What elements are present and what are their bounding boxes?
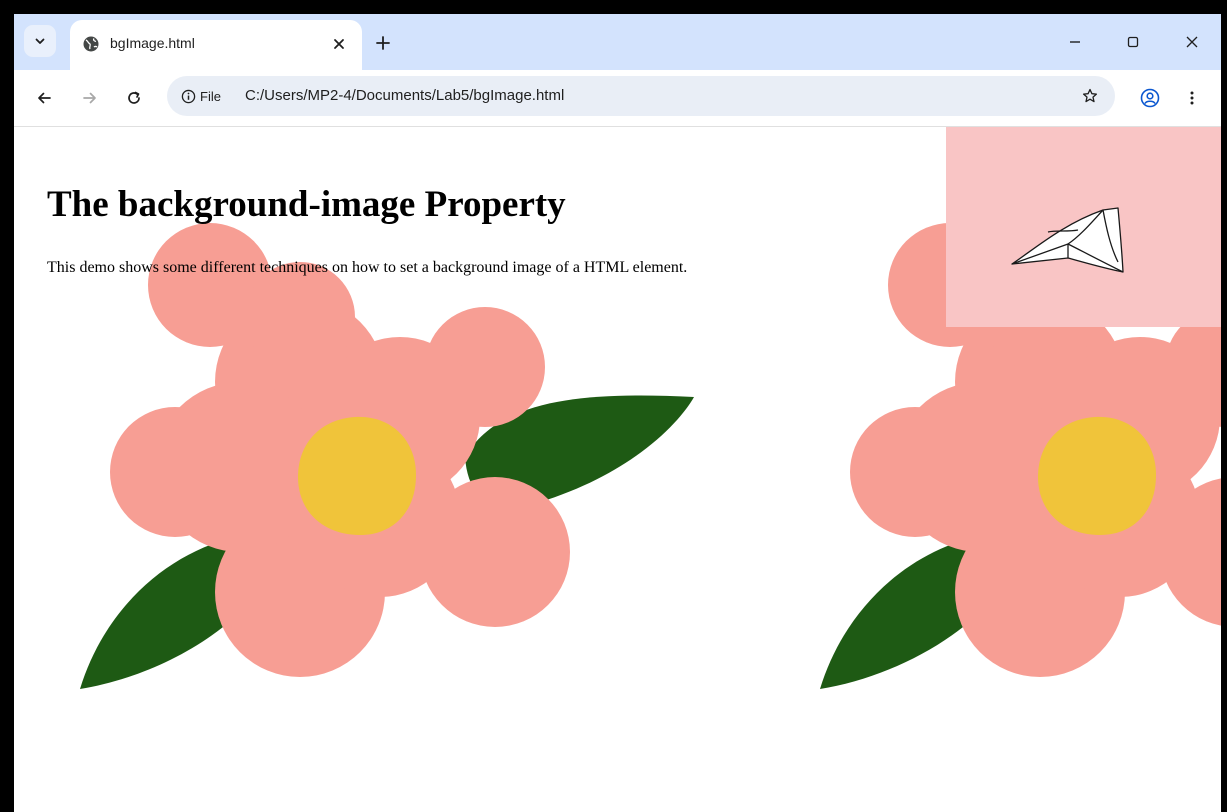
site-info-chip[interactable]: File	[175, 83, 229, 109]
globe-icon	[83, 36, 99, 52]
info-icon	[181, 89, 196, 103]
flower-center	[1038, 416, 1156, 535]
more-vert-icon	[1190, 91, 1194, 105]
toolbar: File C:/Users/MP2-4/Documents/Lab5/bgIma…	[14, 70, 1221, 127]
minimize-icon	[1070, 41, 1080, 43]
page-viewport: The background-image Property This demo …	[14, 127, 1221, 812]
maximize-icon	[1127, 36, 1139, 48]
forward-arrow-icon	[83, 92, 96, 104]
site-info-label: File	[200, 88, 221, 104]
tab-bgimage[interactable]: bgImage.html	[70, 20, 362, 70]
tab-search-button[interactable]	[24, 25, 56, 57]
back-arrow-icon	[38, 92, 51, 104]
menu-button[interactable]	[1176, 82, 1208, 114]
close-tab-button[interactable]	[328, 33, 350, 55]
url-text[interactable]: C:/Users/MP2-4/Documents/Lab5/bgImage.ht…	[245, 87, 564, 104]
reload-icon	[128, 91, 140, 104]
paper-airplane-icon	[1011, 207, 1124, 273]
close-icon	[334, 39, 344, 49]
forward-button[interactable]	[74, 82, 106, 114]
profile-button[interactable]	[1134, 82, 1166, 114]
chevron-down-icon	[35, 38, 45, 44]
title-bar: bgImage.html	[14, 14, 1221, 70]
flower-center	[298, 416, 416, 535]
close-icon	[1186, 36, 1198, 48]
page-paragraph: This demo shows some different technique…	[47, 259, 688, 276]
page-heading: The background-image Property	[47, 184, 566, 225]
address-bar[interactable]: File C:/Users/MP2-4/Documents/Lab5/bgIma…	[167, 76, 1115, 116]
star-icon	[1082, 88, 1098, 103]
back-button[interactable]	[28, 82, 60, 114]
flower-background-image-left	[80, 223, 694, 689]
bookmark-button[interactable]	[1077, 83, 1103, 109]
browser-window: bgImage.html File C:/Users/MP2-4/Documen…	[14, 14, 1221, 812]
profile-icon	[1140, 88, 1160, 108]
minimize-button[interactable]	[1060, 28, 1090, 56]
maximize-button[interactable]	[1118, 28, 1148, 56]
corner-image-box	[946, 127, 1221, 327]
plus-icon	[376, 36, 390, 50]
reload-button[interactable]	[118, 82, 150, 114]
close-window-button[interactable]	[1177, 28, 1207, 56]
new-tab-button[interactable]	[370, 30, 396, 56]
tab-title: bgImage.html	[110, 35, 195, 51]
